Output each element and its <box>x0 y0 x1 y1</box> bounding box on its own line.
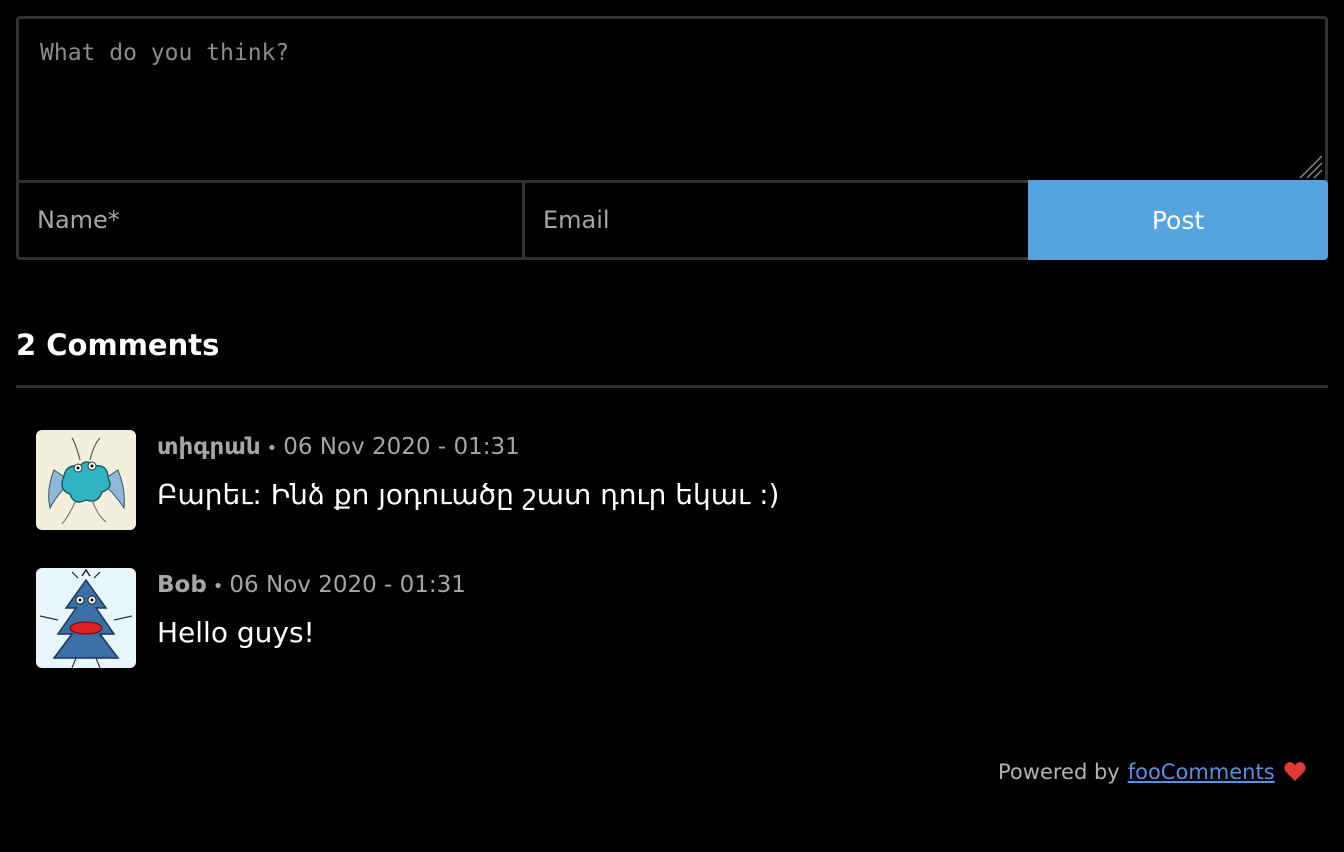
divider <box>16 385 1328 388</box>
heart-icon <box>1284 762 1306 781</box>
comment-item: Bob • 06 Nov 2020 - 01:31 Hello guys! <box>36 568 1306 668</box>
comment-meta: տիգրան • 06 Nov 2020 - 01:31 <box>157 434 520 460</box>
comment-meta: Bob • 06 Nov 2020 - 01:31 <box>157 572 466 598</box>
powered-by-footer: Powered by fooComments <box>998 760 1307 784</box>
comment-text: Hello guys! <box>157 616 315 649</box>
comment-form: Post <box>16 16 1328 260</box>
comment-text: Բարեւ: Ինձ քո յօդուածը շատ դուր եկաւ :) <box>157 478 780 511</box>
comment-item: տիգրան • 06 Nov 2020 - 01:31 Բարեւ: Ինձ քո… <box>36 430 1306 530</box>
comment-textarea[interactable] <box>16 16 1328 184</box>
email-input[interactable] <box>522 180 1031 260</box>
comment-author: Bob <box>157 572 207 598</box>
monster-avatar-icon <box>36 430 136 530</box>
comments-count: 2 Comments <box>16 328 220 362</box>
name-input[interactable] <box>16 180 525 260</box>
comments-widget: Post 2 Comments տիգրան•06 Nov 2020 - 01:… <box>16 16 1328 784</box>
comment-timestamp: 06 Nov 2020 - 01:31 <box>229 572 466 598</box>
powered-by-label: Powered by <box>998 760 1120 784</box>
foocomments-link[interactable]: fooComments <box>1128 760 1275 784</box>
meta-separator: • <box>212 576 224 597</box>
comment-timestamp: 06 Nov 2020 - 01:31 <box>283 434 520 460</box>
avatar <box>36 430 136 530</box>
comment-author: տիգրան <box>157 434 261 460</box>
meta-separator: • <box>266 438 278 459</box>
avatar <box>36 568 136 668</box>
post-button[interactable]: Post <box>1028 180 1328 260</box>
tree-monster-avatar-icon <box>36 568 136 668</box>
